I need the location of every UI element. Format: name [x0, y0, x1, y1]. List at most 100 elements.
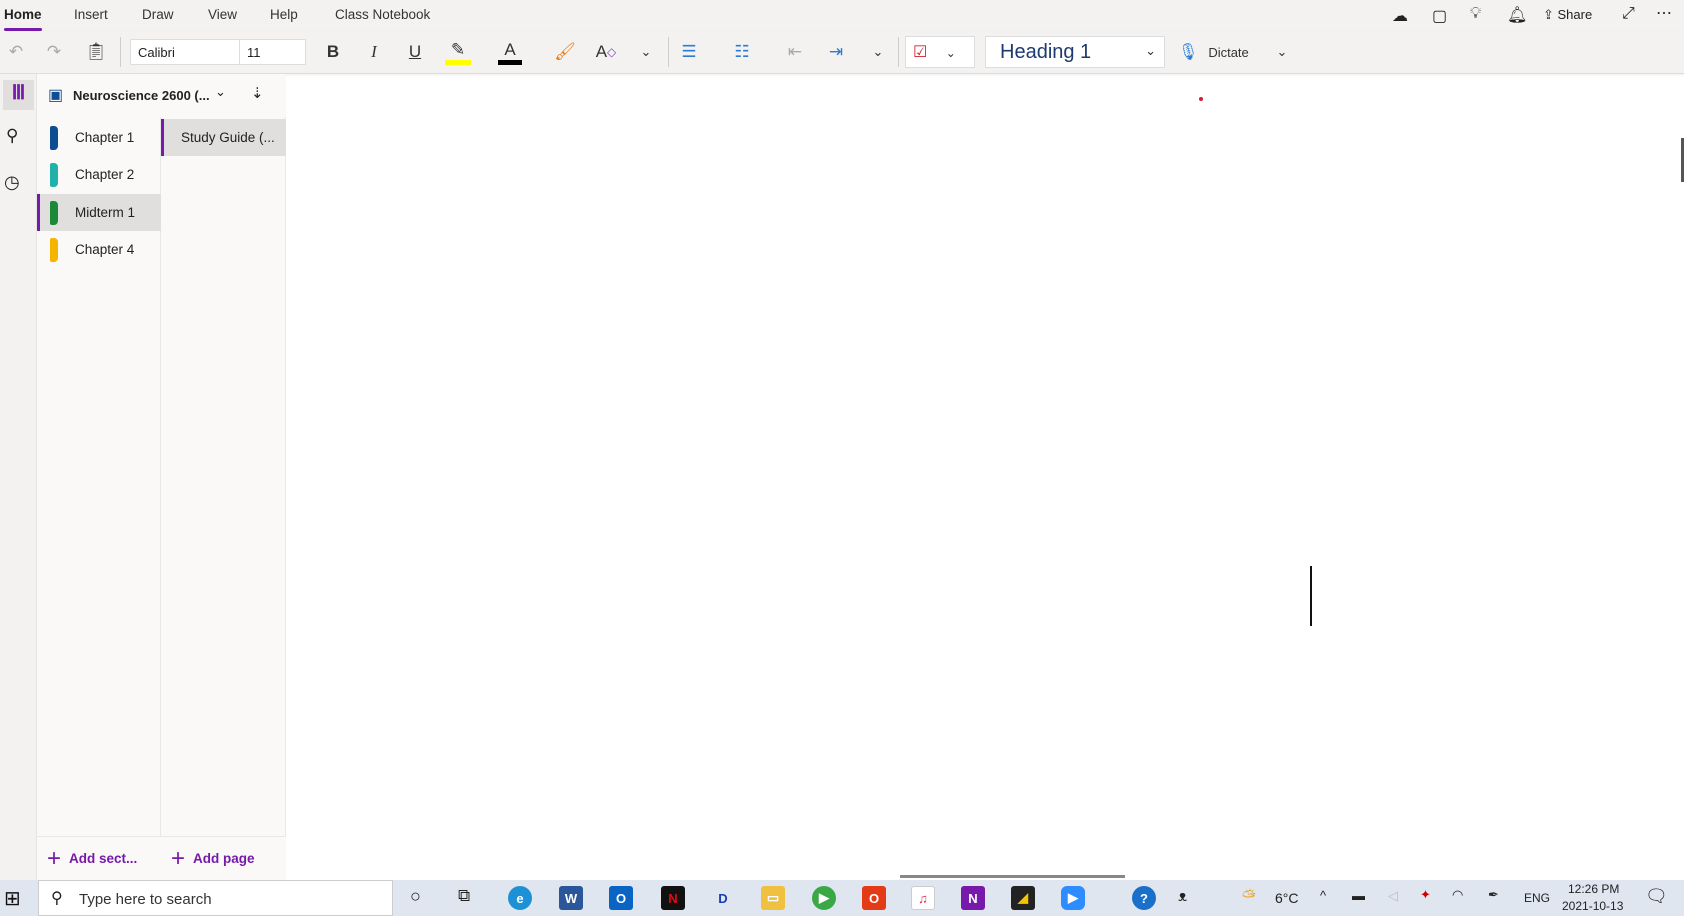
undo-icon[interactable]: ↶ — [4, 39, 28, 65]
weather-temp[interactable]: 6°C — [1275, 890, 1299, 906]
zoom-icon[interactable]: ▶ — [1061, 886, 1085, 910]
search-icon[interactable]: ⚲ — [6, 126, 18, 146]
expand-icon[interactable]: ⤢ — [1622, 5, 1635, 23]
edge-icon[interactable]: e — [508, 886, 532, 910]
chevron-down-icon[interactable]: ⌄ — [636, 39, 656, 65]
underline-icon[interactable]: U — [402, 39, 428, 65]
notebook-icon: ▣ — [48, 87, 64, 104]
dropbox-icon[interactable]: ✦ — [1420, 887, 1431, 903]
sticky-notes-icon[interactable]: ◢ — [1011, 886, 1035, 910]
office-icon[interactable]: O — [862, 886, 886, 910]
chevron-down-icon[interactable]: ⌄ — [1272, 39, 1292, 65]
style-dropdown[interactable]: Heading 1 ⌄ — [985, 36, 1165, 68]
tab-insert[interactable]: Insert — [74, 7, 108, 22]
recent-icon[interactable]: ◷ — [4, 172, 20, 193]
tab-class-notebook[interactable]: Class Notebook — [335, 7, 430, 22]
chevron-down-icon[interactable]: ⌄ — [868, 39, 888, 65]
section-icon — [50, 237, 58, 262]
pages-pane: Study Guide (... — [161, 117, 286, 880]
horizontal-scrollbar[interactable] — [900, 875, 1125, 878]
task-view-icon[interactable]: ⧉ — [458, 886, 470, 906]
tab-draw[interactable]: Draw — [142, 7, 174, 22]
cortana-icon[interactable]: ○ — [410, 886, 421, 907]
help-icon[interactable]: ? — [1132, 886, 1156, 910]
lightbulb-icon[interactable]: 💡︎ — [1470, 5, 1481, 23]
section-item[interactable]: Chapter 2 — [37, 156, 161, 193]
notebooks-icon[interactable]: Ⅲ — [3, 80, 34, 110]
section-icon — [50, 200, 58, 225]
section-icon — [50, 162, 58, 187]
font-size-input[interactable]: 11 — [239, 39, 306, 65]
immersive-reader-icon[interactable]: ▢ — [1432, 6, 1447, 26]
format-painter-icon[interactable]: 🖌︎ — [552, 39, 578, 65]
section-item[interactable]: Chapter 1 — [37, 119, 161, 156]
font-color-icon[interactable]: A — [498, 39, 522, 65]
outdent-icon[interactable]: ⇤ — [782, 39, 808, 65]
menu-bar: Home Insert Draw View Help Class Noteboo… — [0, 0, 1684, 31]
search-icon: ⚲ — [51, 890, 63, 907]
battery-icon[interactable]: ▬ — [1352, 888, 1365, 903]
search-box[interactable]: ⚲ Type here to search — [38, 880, 393, 916]
dictate-button[interactable]: 🎙︎ Dictate — [1178, 39, 1268, 65]
share-icon: ⇪ — [1543, 7, 1558, 22]
taskbar: ⊞ ⚲ Type here to search ○ ⧉ e W O N D ▭ … — [0, 880, 1684, 916]
toolbar: ↶ ↷ 📋︎ Calibri 11 B I U ✎ A 🖌︎ A ◇ ⌄ ☰ ☷ … — [0, 31, 1684, 74]
checkbox-icon: ☑ — [913, 44, 928, 61]
ink-dot — [1199, 97, 1203, 101]
indent-icon[interactable]: ⇥ — [823, 39, 849, 65]
clear-formatting-icon[interactable]: A ◇ — [593, 39, 619, 65]
sync-icon[interactable]: ☁ — [1392, 6, 1408, 26]
disney-plus-icon[interactable]: D — [711, 886, 735, 910]
language-indicator[interactable]: ENG — [1524, 891, 1550, 905]
media-player-icon[interactable]: ▶ — [812, 886, 836, 910]
plus-icon: + — [171, 844, 186, 872]
share-button[interactable]: ⇪ Share — [1543, 7, 1592, 23]
word-icon[interactable]: W — [559, 886, 583, 910]
microphone-icon: 🎙︎ — [1178, 44, 1199, 61]
bell-icon[interactable]: 🔔︎ — [1507, 5, 1527, 25]
windows-start-icon[interactable]: ⊞ — [4, 886, 21, 911]
more-icon[interactable]: ⋯ — [1656, 3, 1672, 23]
italic-icon[interactable]: I — [361, 39, 387, 65]
text-cursor — [1310, 566, 1312, 626]
outlook-icon[interactable]: O — [609, 886, 633, 910]
nav-rail: Ⅲ ⚲ ◷ — [0, 74, 37, 880]
notebook-name: Neuroscience 2600 (... — [73, 88, 210, 103]
onenote-icon[interactable]: N — [961, 886, 985, 910]
netflix-icon[interactable]: N — [661, 886, 685, 910]
notifications-icon[interactable]: 🗨︎ — [1645, 886, 1668, 907]
numbered-list-icon[interactable]: ☷ — [729, 39, 755, 65]
bullet-list-icon[interactable]: ☰ — [676, 39, 702, 65]
chevron-down-icon[interactable]: ⌄ — [215, 84, 226, 100]
redo-icon[interactable]: ↷ — [42, 39, 66, 65]
sort-icon[interactable]: ⇣ — [251, 84, 264, 102]
people-icon[interactable]: ᴥ — [1178, 888, 1187, 905]
add-section-button[interactable]: + Add sect... — [37, 836, 161, 880]
add-page-button[interactable]: + Add page — [161, 836, 286, 880]
section-item[interactable]: Chapter 4 — [37, 231, 161, 268]
volume-icon[interactable]: ◁ — [1388, 888, 1398, 904]
wifi-icon[interactable]: ◠ — [1452, 887, 1463, 903]
notebook-header[interactable]: ▣ Neuroscience 2600 (... ⌄ ⇣ — [37, 74, 286, 117]
page-item[interactable]: Study Guide (... — [161, 119, 286, 156]
section-icon — [50, 125, 58, 150]
chevron-up-icon[interactable]: ^ — [1320, 888, 1326, 903]
tab-help[interactable]: Help — [270, 7, 298, 22]
file-explorer-icon[interactable]: ▭ — [761, 886, 785, 910]
font-name-input[interactable]: Calibri — [130, 39, 240, 65]
sections-pane: Chapter 1 Chapter 2 Midterm 1 Chapter 4 — [37, 74, 161, 880]
chevron-down-icon: ⌄ — [1145, 43, 1156, 58]
itunes-icon[interactable]: ♫ — [911, 886, 935, 910]
clock-time[interactable]: 12:26 PM — [1568, 882, 1619, 896]
tab-home[interactable]: Home — [4, 7, 42, 31]
highlight-icon[interactable]: ✎ — [445, 39, 471, 65]
chevron-down-icon: ⌄ — [945, 46, 956, 60]
weather-icon[interactable]: ⛅︎ — [1242, 887, 1256, 907]
section-item[interactable]: Midterm 1 — [37, 194, 161, 231]
bold-icon[interactable]: B — [320, 39, 346, 65]
tab-view[interactable]: View — [208, 7, 237, 22]
clock-date[interactable]: 2021-10-13 — [1562, 899, 1623, 913]
pen-icon[interactable]: ✒ — [1488, 887, 1499, 903]
clipboard-icon[interactable]: 📋︎ — [84, 39, 108, 65]
todo-tag-button[interactable]: ☑ ⌄ — [905, 36, 975, 68]
